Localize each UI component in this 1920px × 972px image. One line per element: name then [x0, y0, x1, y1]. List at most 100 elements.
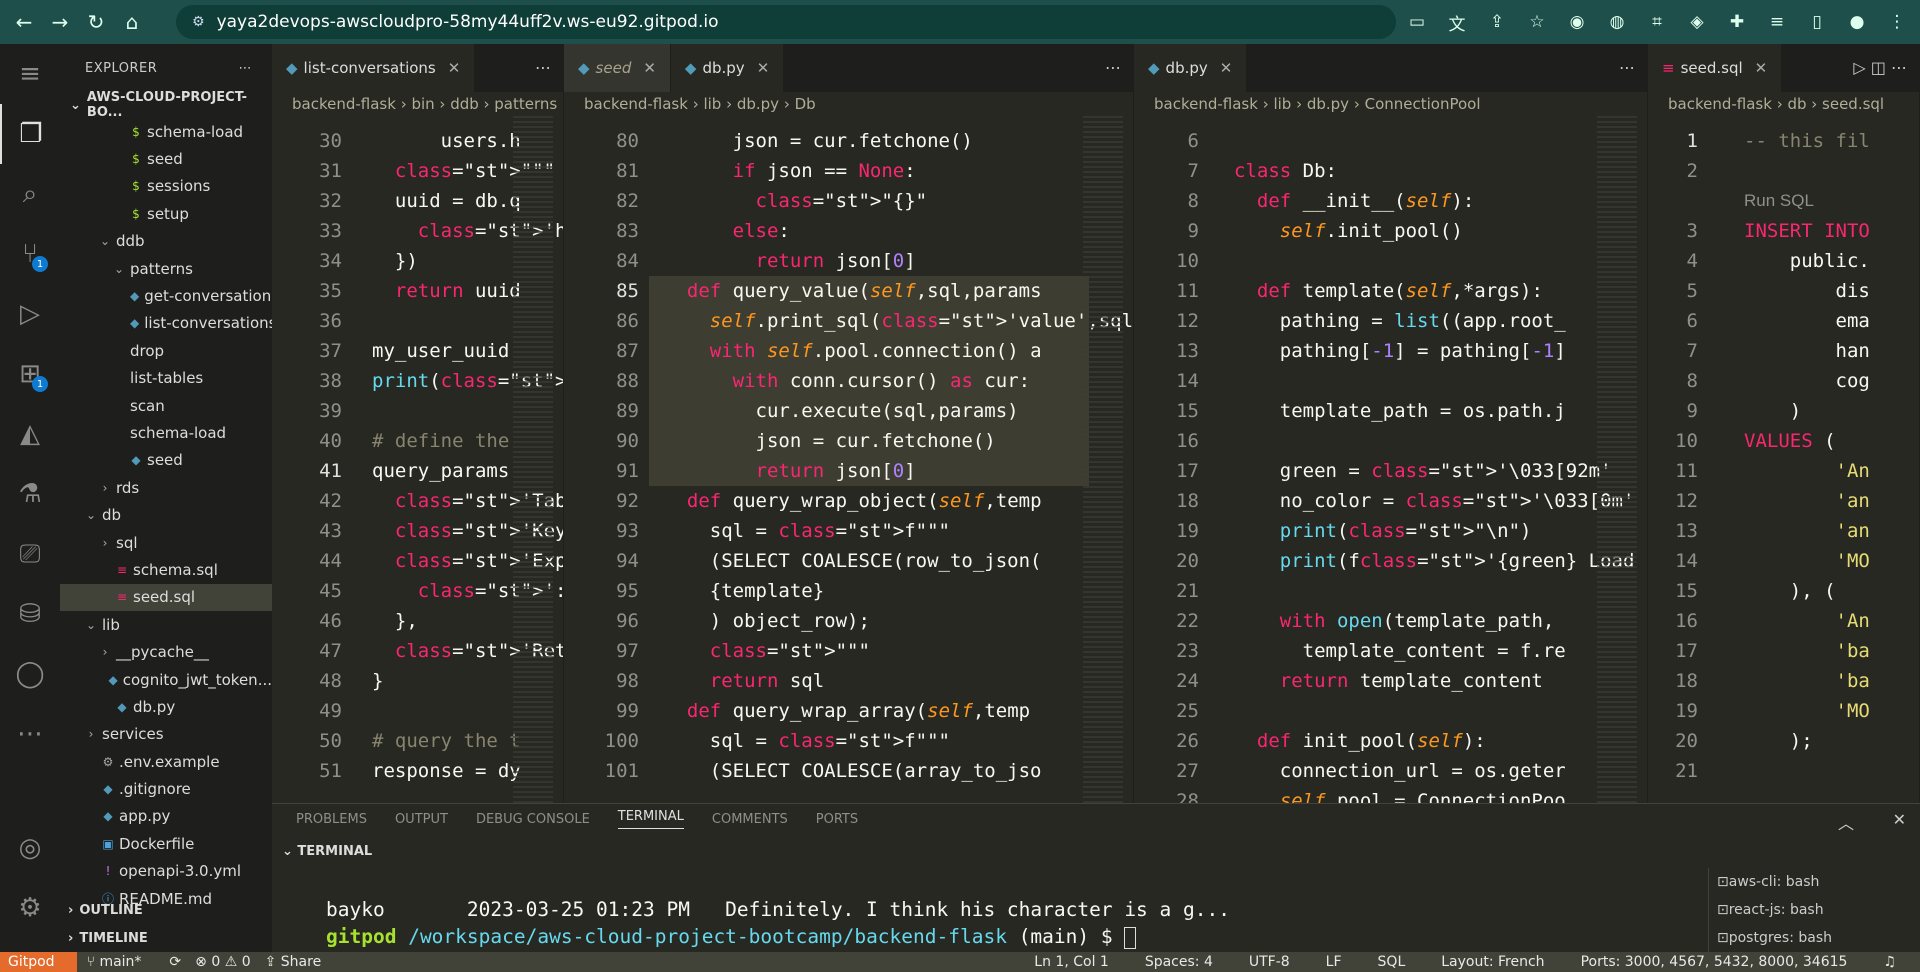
- editor-actions-icon[interactable]: ▷ ◫ ⋯: [1853, 58, 1907, 77]
- close-tab-icon[interactable]: ✕: [1220, 59, 1233, 77]
- minimap[interactable]: [1083, 116, 1123, 803]
- minimap[interactable]: [513, 116, 553, 803]
- tree-item[interactable]: scan: [60, 392, 272, 419]
- breadcrumb[interactable]: backend-flask › db › seed.sql: [1648, 92, 1919, 116]
- home-icon[interactable]: ⌂: [120, 10, 144, 34]
- language-mode[interactable]: SQL: [1378, 954, 1406, 970]
- tree-item[interactable]: list-tables: [60, 365, 272, 392]
- editor-tab[interactable]: ◆ db.py ✕: [670, 44, 785, 92]
- extension-icon[interactable]: ◍: [1604, 8, 1630, 36]
- api-icon[interactable]: ⎚: [0, 524, 60, 584]
- panel-tab-comments[interactable]: COMMENTS: [712, 812, 788, 827]
- tree-item[interactable]: ◆ list-conversations: [60, 310, 272, 337]
- terminal-instance[interactable]: ⊡ react-js: bash: [1709, 896, 1920, 924]
- explorer-icon[interactable]: ❐: [0, 104, 60, 164]
- tree-item[interactable]: ⌄ db: [60, 501, 272, 528]
- share-button[interactable]: ⇪ Share: [265, 954, 336, 970]
- tree-item[interactable]: ◆ seed: [60, 447, 272, 474]
- code-editor[interactable]: 80 json = cur.fetchone() 81 if json == No…: [564, 116, 1133, 803]
- tree-item[interactable]: drop: [60, 337, 272, 364]
- account-icon[interactable]: ◎: [0, 818, 60, 878]
- breadcrumb[interactable]: backend-flask › lib › db.py › Db: [564, 92, 1133, 116]
- panel-tab-problems[interactable]: PROBLEMS: [296, 812, 367, 827]
- tree-item[interactable]: ⌄ lib: [60, 611, 272, 638]
- tree-item[interactable]: ≡ seed.sql: [60, 583, 272, 612]
- tree-item[interactable]: › rds: [60, 474, 272, 501]
- bookmark-star-icon[interactable]: ☆: [1524, 8, 1550, 36]
- browser-menu-icon[interactable]: ⋮: [1884, 8, 1910, 36]
- extension-icon[interactable]: ◈: [1684, 8, 1710, 36]
- editor-tab[interactable]: ◆ db.py ✕: [1134, 44, 1248, 92]
- address-bar[interactable]: ⚙ yaya2devops-awscloudpro-58my44uff2v.ws…: [176, 5, 1396, 39]
- encoding[interactable]: UTF-8: [1249, 954, 1290, 970]
- code-editor[interactable]: 6 7 class Db: 8 def __init__(self): 9 self.i…: [1134, 116, 1647, 803]
- breadcrumb[interactable]: backend-flask › bin › ddb › patterns › l…: [272, 92, 563, 116]
- tree-item[interactable]: $ seed: [60, 145, 272, 172]
- close-tab-icon[interactable]: ✕: [757, 59, 770, 77]
- back-icon[interactable]: ←: [12, 10, 36, 34]
- close-panel-icon[interactable]: ✕: [1893, 810, 1906, 829]
- panel-tab-terminal[interactable]: TERMINAL: [617, 809, 684, 829]
- tree-item[interactable]: › __pycache__: [60, 638, 272, 665]
- tree-item[interactable]: $ schema-load: [60, 118, 272, 145]
- close-tab-icon[interactable]: ✕: [448, 59, 461, 77]
- eol[interactable]: LF: [1326, 954, 1342, 970]
- editor-actions-icon[interactable]: ⋯: [1619, 58, 1635, 77]
- tree-item[interactable]: schema-load: [60, 419, 272, 446]
- workspace-root[interactable]: ⌄ AWS-CLOUD-PROJECT-BO...: [60, 90, 272, 120]
- terminal-instance[interactable]: ⊡ postgres: bash: [1709, 924, 1920, 952]
- tree-item[interactable]: $ sessions: [60, 173, 272, 200]
- tree-item[interactable]: ! openapi-3.0.yml: [60, 858, 272, 885]
- more-icon[interactable]: ⋯: [0, 704, 60, 764]
- close-tab-icon[interactable]: ✕: [1755, 59, 1768, 77]
- outline-section[interactable]: › OUTLINE: [60, 896, 272, 924]
- tree-item[interactable]: ≡ schema.sql: [60, 556, 272, 583]
- panel-tab-output[interactable]: OUTPUT: [395, 812, 448, 827]
- tree-item[interactable]: ◆ db.py: [60, 693, 272, 720]
- maximize-panel-icon[interactable]: ︿: [1838, 810, 1854, 834]
- code-editor[interactable]: 1 -- this fil 2 Run SQL 3 INSERT INTO 4 public…: [1648, 116, 1919, 803]
- media-icon[interactable]: ≡: [1764, 8, 1790, 36]
- notifications-icon[interactable]: ♫: [1883, 954, 1896, 970]
- close-tab-icon[interactable]: ✕: [643, 59, 656, 77]
- tree-item[interactable]: ◆ .gitignore: [60, 775, 272, 802]
- run-debug-icon[interactable]: ▷: [0, 284, 60, 344]
- panel-tab-ports[interactable]: PORTS: [816, 812, 858, 827]
- tree-item[interactable]: ⌄ ddb: [60, 228, 272, 255]
- run-sql-codelens[interactable]: Run SQL: [1744, 186, 1814, 216]
- ports-indicator[interactable]: Ports: 3000, 4567, 5432, 8000, 34615: [1581, 954, 1848, 970]
- docker-icon[interactable]: ◭: [0, 404, 60, 464]
- timeline-section[interactable]: › TIMELINE: [60, 924, 272, 952]
- tree-item[interactable]: ▣ Dockerfile: [60, 830, 272, 857]
- site-info-icon[interactable]: ⚙: [192, 14, 205, 30]
- extensions-icon[interactable]: ⊞ 1: [0, 344, 60, 404]
- github-icon[interactable]: ◯: [0, 644, 60, 704]
- tree-item[interactable]: ⚙ .env.example: [60, 748, 272, 775]
- translate-icon[interactable]: 文: [1444, 8, 1470, 36]
- editor-actions-icon[interactable]: ⋯: [1105, 58, 1121, 77]
- tree-item[interactable]: ⌄ patterns: [60, 255, 272, 282]
- tree-item[interactable]: $ setup: [60, 200, 272, 227]
- terminal-output[interactable]: bayko 2023-03-25 01:23 PM Definitely. I …: [326, 896, 1230, 950]
- testing-icon[interactable]: ⚗: [0, 464, 60, 524]
- profile-avatar-icon[interactable]: ●: [1844, 8, 1870, 36]
- extension-icon[interactable]: ⌗: [1644, 8, 1670, 36]
- tree-item[interactable]: › sql: [60, 529, 272, 556]
- branch-indicator[interactable]: ⑂ main*: [87, 954, 156, 970]
- problems-indicator[interactable]: ⊗ 0 ⚠ 0: [195, 954, 250, 970]
- editor-actions-icon[interactable]: ⋯: [535, 58, 551, 77]
- indentation[interactable]: Spaces: 4: [1145, 954, 1213, 970]
- tree-item[interactable]: ◆ get-conversations: [60, 282, 272, 309]
- menu-icon[interactable]: ≡: [0, 44, 60, 104]
- puzzle-icon[interactable]: ✚: [1724, 8, 1750, 36]
- terminal-instance[interactable]: ⊡ aws-cli: bash: [1709, 868, 1920, 896]
- gitpod-button[interactable]: Gitpod: [0, 952, 77, 972]
- breadcrumb[interactable]: backend-flask › lib › db.py › Connection…: [1134, 92, 1647, 116]
- editor-tab[interactable]: ◆ list-conversations ✕: [272, 44, 476, 92]
- source-control-icon[interactable]: ⑂ 1: [0, 224, 60, 284]
- terminal-header[interactable]: ⌄ TERMINAL: [282, 844, 372, 859]
- minimap[interactable]: [1597, 116, 1637, 803]
- editor-tab[interactable]: ≡ seed.sql ✕: [1648, 44, 1783, 92]
- code-editor[interactable]: 30 users.h 31 class="st">""" 32 uuid = db.…: [272, 116, 563, 803]
- tree-item[interactable]: › services: [60, 721, 272, 748]
